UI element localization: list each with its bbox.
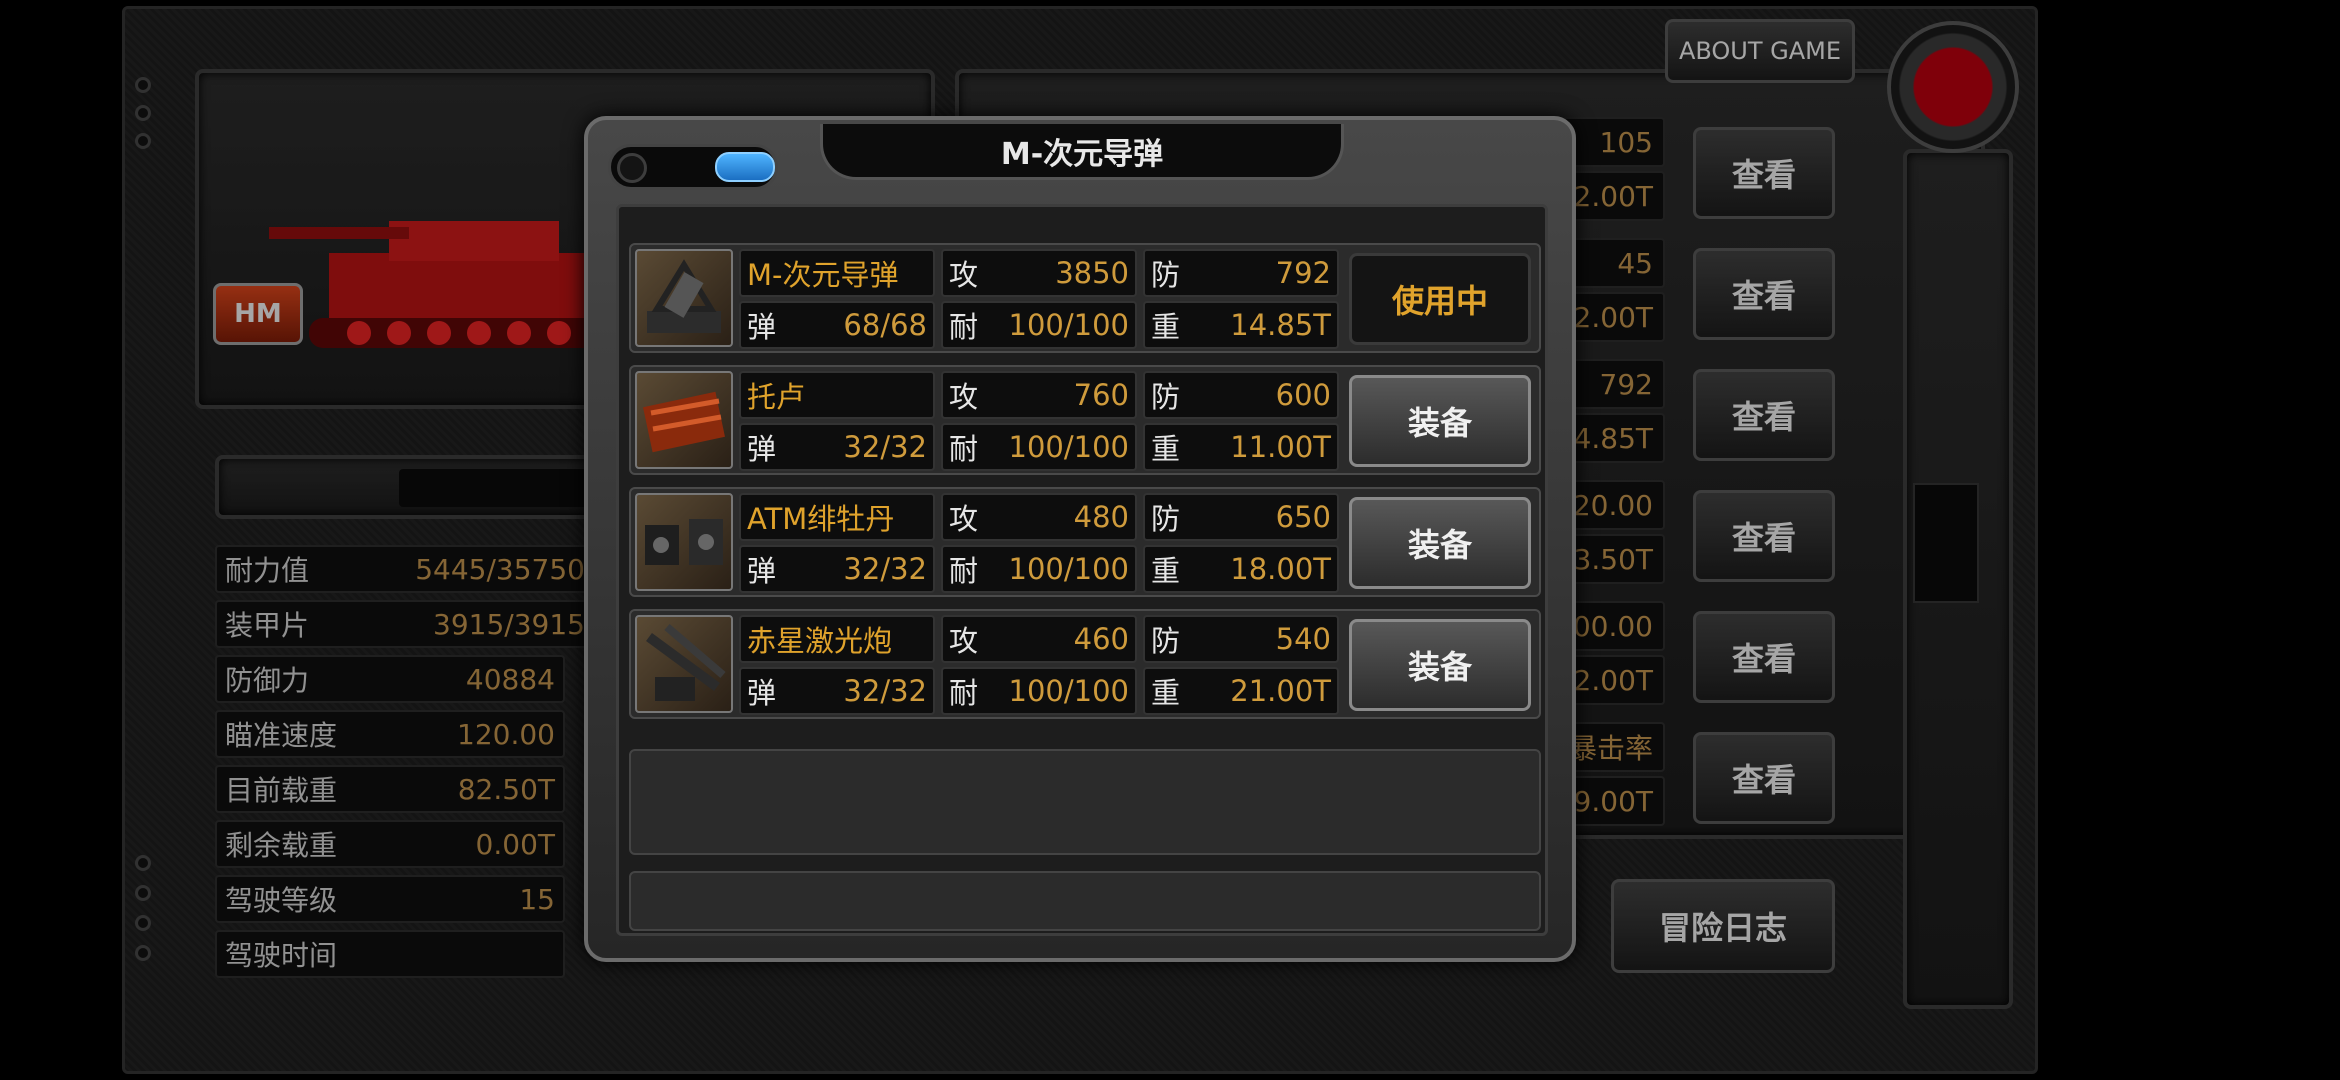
stat-label: 重 (1151, 676, 1181, 710)
stat-value: 540 (1275, 622, 1331, 656)
stat-label: 耐 (949, 676, 979, 710)
weapon-row[interactable]: 赤星激光炮攻 460 防 540 弹 32/32 耐 100/100 重 21.00T 装备 (629, 609, 1541, 719)
durability-stat: 耐 100/100 (941, 301, 1137, 349)
equip-button[interactable]: 装备 (1349, 619, 1531, 711)
stat-value: 3850 (1055, 256, 1129, 290)
durability-stat: 耐 100/100 (941, 545, 1137, 593)
stat-label: 防 (1151, 624, 1181, 658)
stat-label: 弹 (747, 554, 777, 588)
stat-label: 攻 (949, 380, 979, 414)
stat-value: 14.85T (1230, 308, 1331, 342)
view-toggle[interactable] (608, 144, 778, 190)
defense-stat: 防 600 (1143, 371, 1339, 419)
weapon-select-dialog: M-次元导弹 M-次元导弹攻 3850 防 792 弹 68/68 耐 100/100 重 14.… (584, 116, 1576, 962)
empty-slot (629, 871, 1541, 931)
stat-label: 耐 (949, 554, 979, 588)
stat-label: 防 (1151, 502, 1181, 536)
missile-launcher-icon (635, 249, 733, 347)
weapon-list: M-次元导弹攻 3850 防 792 弹 68/68 耐 100/100 重 14.85T 使用中托… (616, 204, 1548, 936)
stat-label: 重 (1151, 554, 1181, 588)
toggle-knob[interactable] (715, 152, 775, 182)
stat-label: 攻 (949, 624, 979, 658)
empty-slot (629, 749, 1541, 855)
ammo-stat: 弹 32/32 (739, 667, 935, 715)
stat-label: 防 (1151, 258, 1181, 292)
equip-button[interactable]: 装备 (1349, 497, 1531, 589)
stat-value: 600 (1275, 378, 1331, 412)
weapon-name: ATM绯牡丹 (739, 493, 935, 541)
stat-label: 防 (1151, 380, 1181, 414)
game-screen: HM 獲笛 耐力值5445/35750装甲片3915/3915防御力40884瞄… (0, 0, 2340, 1080)
weight-stat: 重 11.00T (1143, 423, 1339, 471)
weapon-row[interactable]: M-次元导弹攻 3850 防 792 弹 68/68 耐 100/100 重 14.85T 使用中 (629, 243, 1541, 353)
stat-label: 重 (1151, 310, 1181, 344)
stat-value: 100/100 (1008, 430, 1129, 464)
stat-value: 32/32 (843, 674, 927, 708)
durability-stat: 耐 100/100 (941, 667, 1137, 715)
weight-stat: 重 18.00T (1143, 545, 1339, 593)
weapon-row[interactable]: 托卢攻 760 防 600 弹 32/32 耐 100/100 重 11.00T 装备 (629, 365, 1541, 475)
stat-value: 792 (1275, 256, 1331, 290)
weapon-name: 赤星激光炮 (739, 615, 935, 663)
stat-label: 攻 (949, 502, 979, 536)
stat-label: 攻 (949, 258, 979, 292)
equip-button[interactable]: 装备 (1349, 375, 1531, 467)
stat-label: 耐 (949, 310, 979, 344)
defense-stat: 防 792 (1143, 249, 1339, 297)
stat-value: 21.00T (1230, 674, 1331, 708)
stat-value: 68/68 (843, 308, 927, 342)
dialog-title: M-次元导弹 (820, 124, 1344, 180)
weight-stat: 重 21.00T (1143, 667, 1339, 715)
defense-stat: 防 540 (1143, 615, 1339, 663)
defense-stat: 防 650 (1143, 493, 1339, 541)
stat-value: 100/100 (1008, 308, 1129, 342)
stat-label: 弹 (747, 432, 777, 466)
ammo-stat: 弹 32/32 (739, 423, 935, 471)
laser-cannon-icon (635, 615, 733, 713)
attack-stat: 攻 760 (941, 371, 1137, 419)
rocket-pod-icon (635, 371, 733, 469)
weapon-row[interactable]: ATM绯牡丹攻 480 防 650 弹 32/32 耐 100/100 重 18.00T 装备 (629, 487, 1541, 597)
stat-label: 重 (1151, 432, 1181, 466)
ammo-stat: 弹 32/32 (739, 545, 935, 593)
weight-stat: 重 14.85T (1143, 301, 1339, 349)
weapon-name: 托卢 (739, 371, 935, 419)
stat-value: 11.00T (1230, 430, 1331, 464)
durability-stat: 耐 100/100 (941, 423, 1137, 471)
stat-label: 耐 (949, 432, 979, 466)
eye-icon (617, 153, 647, 183)
stat-value: 100/100 (1008, 674, 1129, 708)
ammo-stat: 弹 68/68 (739, 301, 935, 349)
attack-stat: 攻 3850 (941, 249, 1137, 297)
atm-launcher-icon (635, 493, 733, 591)
stat-value: 650 (1275, 500, 1331, 534)
stat-label: 弹 (747, 676, 777, 710)
stat-value: 18.00T (1230, 552, 1331, 586)
stat-value: 480 (1073, 500, 1129, 534)
stat-label: 弹 (747, 310, 777, 344)
attack-stat: 攻 460 (941, 615, 1137, 663)
attack-stat: 攻 480 (941, 493, 1137, 541)
stat-value: 100/100 (1008, 552, 1129, 586)
stat-value: 32/32 (843, 430, 927, 464)
in-use-button[interactable]: 使用中 (1349, 253, 1531, 345)
weapon-name: M-次元导弹 (739, 249, 935, 297)
stat-value: 32/32 (843, 552, 927, 586)
stat-value: 760 (1073, 378, 1129, 412)
stat-value: 460 (1073, 622, 1129, 656)
